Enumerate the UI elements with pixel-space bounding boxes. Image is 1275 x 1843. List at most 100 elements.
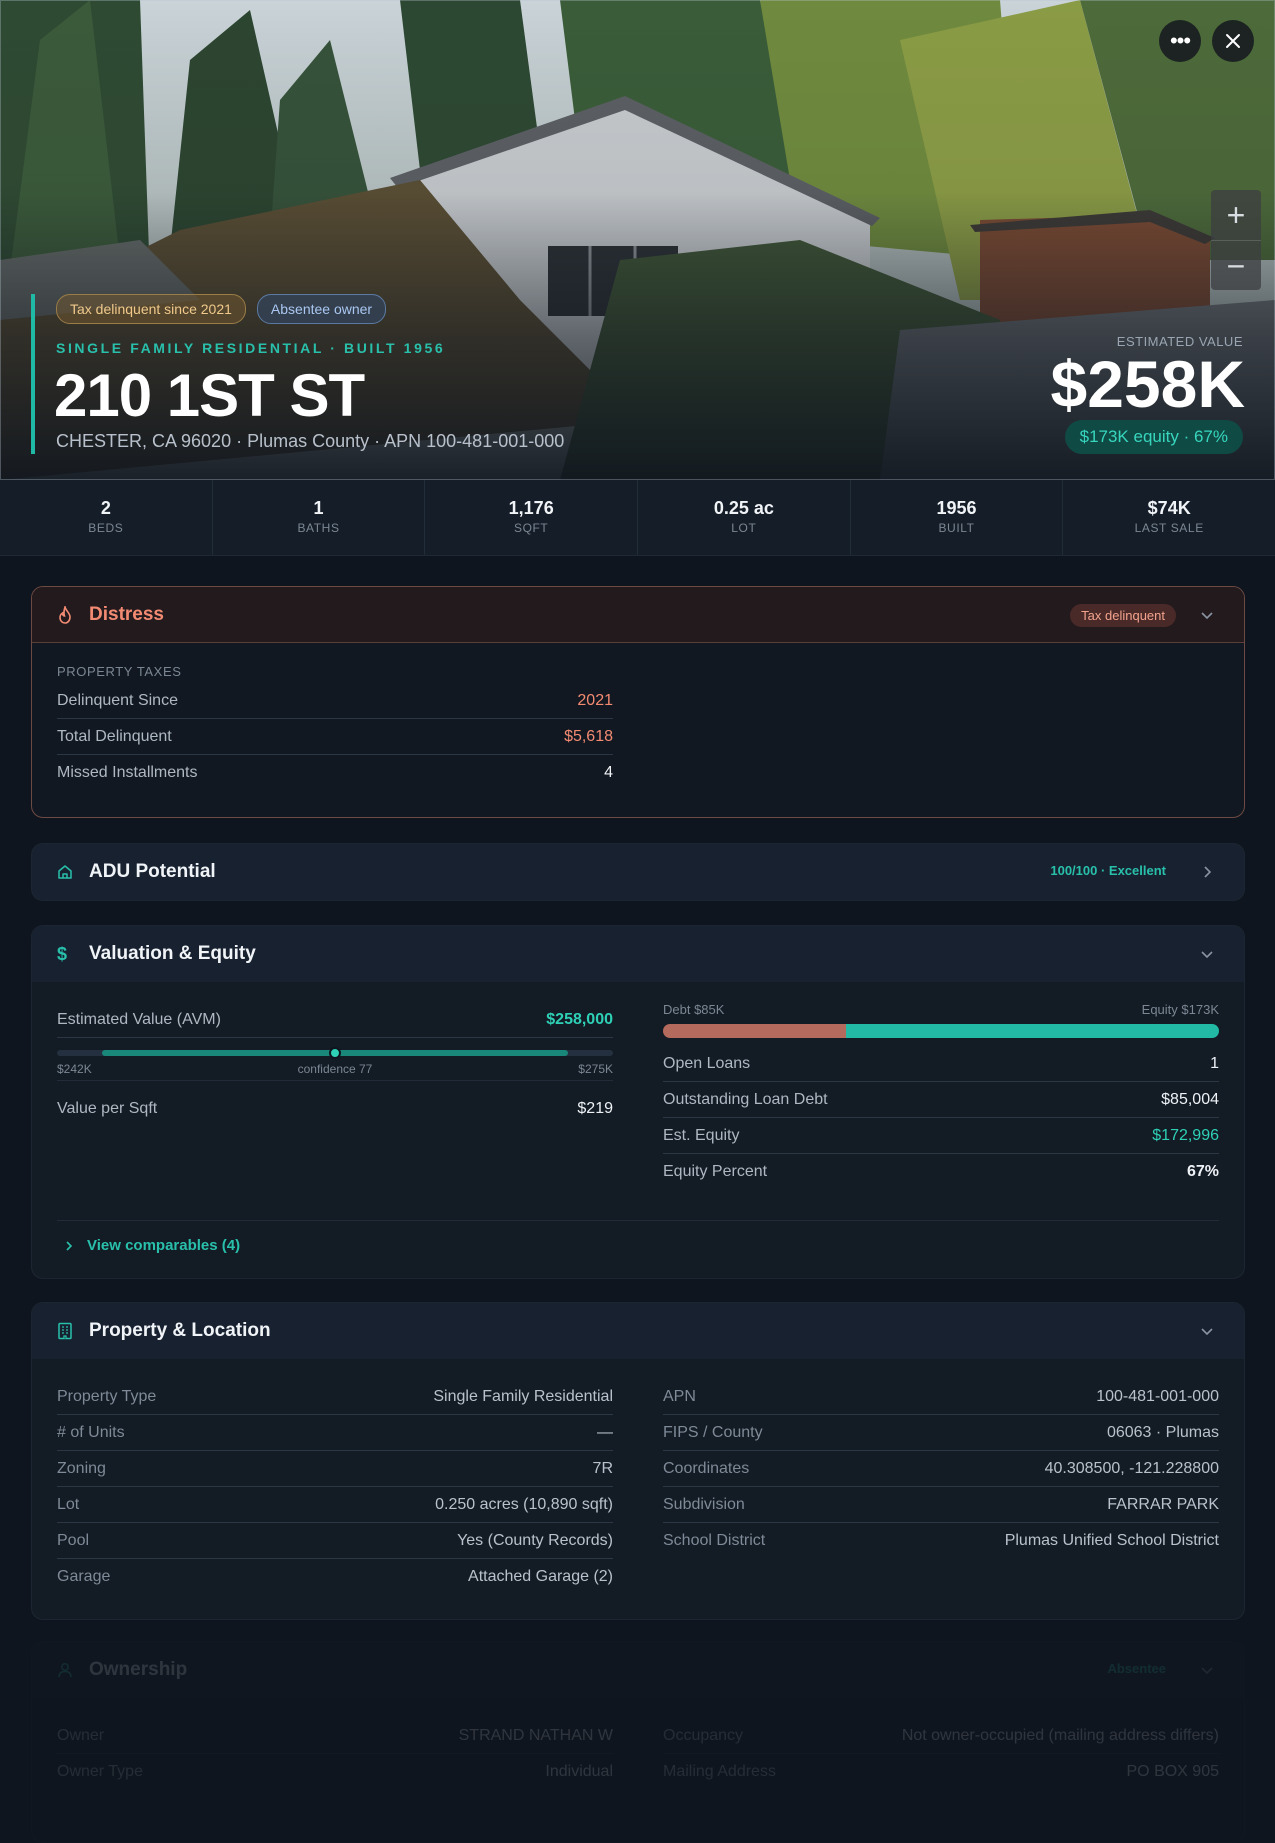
hero-photo: ••• + − Tax delinquent since 2021 Absent… bbox=[0, 0, 1275, 480]
kv-row: Estimated Value (AVM) $258,000 bbox=[57, 1002, 613, 1038]
ownership-card: Ownership Absentee Owner STRAND NATHAN W … bbox=[31, 1641, 1245, 1843]
equity-bar bbox=[846, 1024, 1219, 1038]
stat-beds: 2 BEDS bbox=[0, 480, 213, 555]
kv-row: FIPS / County 06063 · Plumas bbox=[663, 1415, 1219, 1451]
kv-value: Plumas Unified School District bbox=[1004, 1531, 1219, 1549]
adu-header[interactable]: ADU Potential 100/100 · Excellent bbox=[32, 844, 1244, 900]
kv-value: $258,000 bbox=[546, 1010, 613, 1028]
stats-bar: 2 BEDS 1 BATHS 1,176 SQFT 0.25 ac LOT 1956 BU… bbox=[0, 480, 1275, 556]
avm-confidence: confidence 77 bbox=[297, 1062, 373, 1076]
kv-row: # of Units — bbox=[57, 1415, 613, 1451]
stat-value: 2 bbox=[100, 498, 111, 518]
kv-label: Est. Equity bbox=[663, 1126, 740, 1144]
dollar-icon: $ bbox=[57, 943, 68, 964]
stat-value: 1 bbox=[313, 498, 324, 518]
kv-label: FIPS / County bbox=[663, 1423, 763, 1441]
kv-label: Estimated Value (AVM) bbox=[57, 1010, 221, 1028]
flame-icon bbox=[57, 605, 75, 624]
absentee-badge: Absentee bbox=[1107, 1661, 1166, 1676]
kv-label: Occupancy bbox=[663, 1726, 744, 1744]
kv-label: Mailing Address bbox=[663, 1762, 776, 1780]
home-icon bbox=[57, 863, 75, 881]
debt-bar bbox=[663, 1024, 847, 1038]
ownership-header[interactable]: Ownership Absentee bbox=[32, 1642, 1244, 1698]
kv-label: Owner bbox=[57, 1726, 105, 1744]
kv-row: Mailing Address PO BOX 905 bbox=[663, 1754, 1219, 1789]
kv-row: Open Loans 1 bbox=[663, 1046, 1219, 1082]
stat-last-sale: $74K LAST SALE bbox=[1063, 480, 1275, 555]
kv-row: Zoning 7R bbox=[57, 1451, 613, 1487]
kv-label: Pool bbox=[57, 1531, 90, 1549]
kv-label: Value per Sqft bbox=[57, 1100, 158, 1117]
kv-row: Coordinates 40.308500, -121.228800 bbox=[663, 1451, 1219, 1487]
debt-label: Debt $85K bbox=[663, 1002, 725, 1017]
kv-label: Subdivision bbox=[663, 1495, 745, 1513]
avm-section: Estimated Value (AVM) $258,000 $242K conf… bbox=[57, 1002, 613, 1127]
stat-lot: 0.25 ac LOT bbox=[638, 480, 851, 555]
stat-label: LAST SALE bbox=[1134, 521, 1204, 535]
kv-row: Lot 0.250 acres (10,890 sqft) bbox=[57, 1487, 613, 1523]
property-header[interactable]: Property & Location bbox=[32, 1303, 1244, 1359]
kv-value: 4 bbox=[604, 763, 613, 781]
user-icon bbox=[57, 1661, 75, 1679]
kv-label: Owner Type bbox=[57, 1762, 143, 1780]
kv-row: School District Plumas Unified School Dis… bbox=[663, 1523, 1219, 1558]
debt-equity-bar bbox=[663, 1024, 1219, 1038]
property-left-column: Property Type Single Family Residential #… bbox=[57, 1379, 613, 1594]
kv-label: Zoning bbox=[57, 1459, 106, 1477]
property-right-column: APN 100-481-001-000 FIPS / County 06063 · … bbox=[663, 1379, 1219, 1558]
avm-range-high: $275K bbox=[578, 1062, 613, 1076]
chevron-down-icon bbox=[1201, 951, 1213, 959]
distress-title: Distress bbox=[89, 603, 164, 625]
kv-row: Owner Type Individual bbox=[57, 1754, 613, 1789]
kv-row: Est. Equity $172,996 bbox=[663, 1118, 1219, 1154]
view-comparables-link[interactable]: View comparables (4) bbox=[63, 1237, 240, 1254]
building-icon bbox=[57, 1322, 75, 1340]
kv-label: APN bbox=[663, 1387, 696, 1405]
chevron-down-icon bbox=[1201, 1667, 1213, 1675]
property-address: 210 1ST ST bbox=[54, 362, 365, 429]
kv-row: Missed Installments 4 bbox=[57, 755, 613, 790]
stat-value: 1,176 bbox=[508, 498, 554, 518]
tax-delinquent-tag: Tax delinquent since 2021 bbox=[56, 294, 246, 324]
stat-built: 1956 BUILT bbox=[851, 480, 1064, 555]
zoom-out-button[interactable]: − bbox=[1211, 240, 1261, 291]
kv-label: Total Delinquent bbox=[57, 727, 172, 745]
kv-value: STRAND NATHAN W bbox=[458, 1726, 613, 1744]
distress-header[interactable]: Distress Tax delinquent bbox=[32, 587, 1244, 643]
adu-score-badge: 100/100 · Excellent bbox=[1050, 863, 1166, 878]
kv-value: 7R bbox=[592, 1459, 613, 1477]
kv-label: Equity Percent bbox=[663, 1162, 768, 1180]
kv-label: Coordinates bbox=[663, 1459, 750, 1477]
chevron-down-icon bbox=[1201, 1328, 1213, 1336]
kv-label: Garage bbox=[57, 1567, 111, 1585]
zoom-in-button[interactable]: + bbox=[1211, 190, 1261, 240]
ownership-title: Ownership bbox=[89, 1659, 188, 1680]
kv-row: Value per Sqft $219 bbox=[57, 1091, 613, 1127]
kv-value: Yes (County Records) bbox=[457, 1531, 613, 1549]
stat-sqft: 1,176 SQFT bbox=[425, 480, 639, 555]
hero-tags: Tax delinquent since 2021 Absentee owner bbox=[56, 294, 387, 324]
distress-card: Distress Tax delinquent PROPERTY TAXES D… bbox=[31, 586, 1245, 818]
section-label: PROPERTY TAXES bbox=[57, 664, 182, 679]
debt-equity-section: Debt $85K Equity $173K Open Loans 1 Outst… bbox=[663, 1002, 1219, 1189]
avm-marker bbox=[329, 1047, 341, 1059]
chevron-right-icon bbox=[66, 1240, 73, 1251]
close-button[interactable] bbox=[1212, 20, 1254, 62]
valuation-title: Valuation & Equity bbox=[89, 943, 256, 964]
kv-row: Occupancy Not owner-occupied (mailing add… bbox=[663, 1718, 1219, 1754]
accent-bar bbox=[31, 294, 35, 454]
kv-value: PO BOX 905 bbox=[1126, 1762, 1220, 1780]
adu-card[interactable]: ADU Potential 100/100 · Excellent bbox=[31, 843, 1245, 901]
kv-value: 06063 · Plumas bbox=[1106, 1423, 1219, 1441]
more-options-button[interactable]: ••• bbox=[1159, 20, 1201, 62]
kv-value: Single Family Residential bbox=[433, 1387, 613, 1405]
close-icon bbox=[1226, 34, 1240, 48]
more-horizontal-icon: ••• bbox=[1169, 28, 1191, 53]
kv-label: School District bbox=[663, 1531, 766, 1549]
stat-label: BEDS bbox=[88, 521, 124, 535]
kv-row: Delinquent Since 2021 bbox=[57, 683, 613, 719]
debt-equity-labels: Debt $85K Equity $173K bbox=[663, 1002, 1219, 1017]
estimated-value: $258K bbox=[1050, 347, 1246, 421]
valuation-header[interactable]: $ Valuation & Equity bbox=[32, 926, 1244, 982]
